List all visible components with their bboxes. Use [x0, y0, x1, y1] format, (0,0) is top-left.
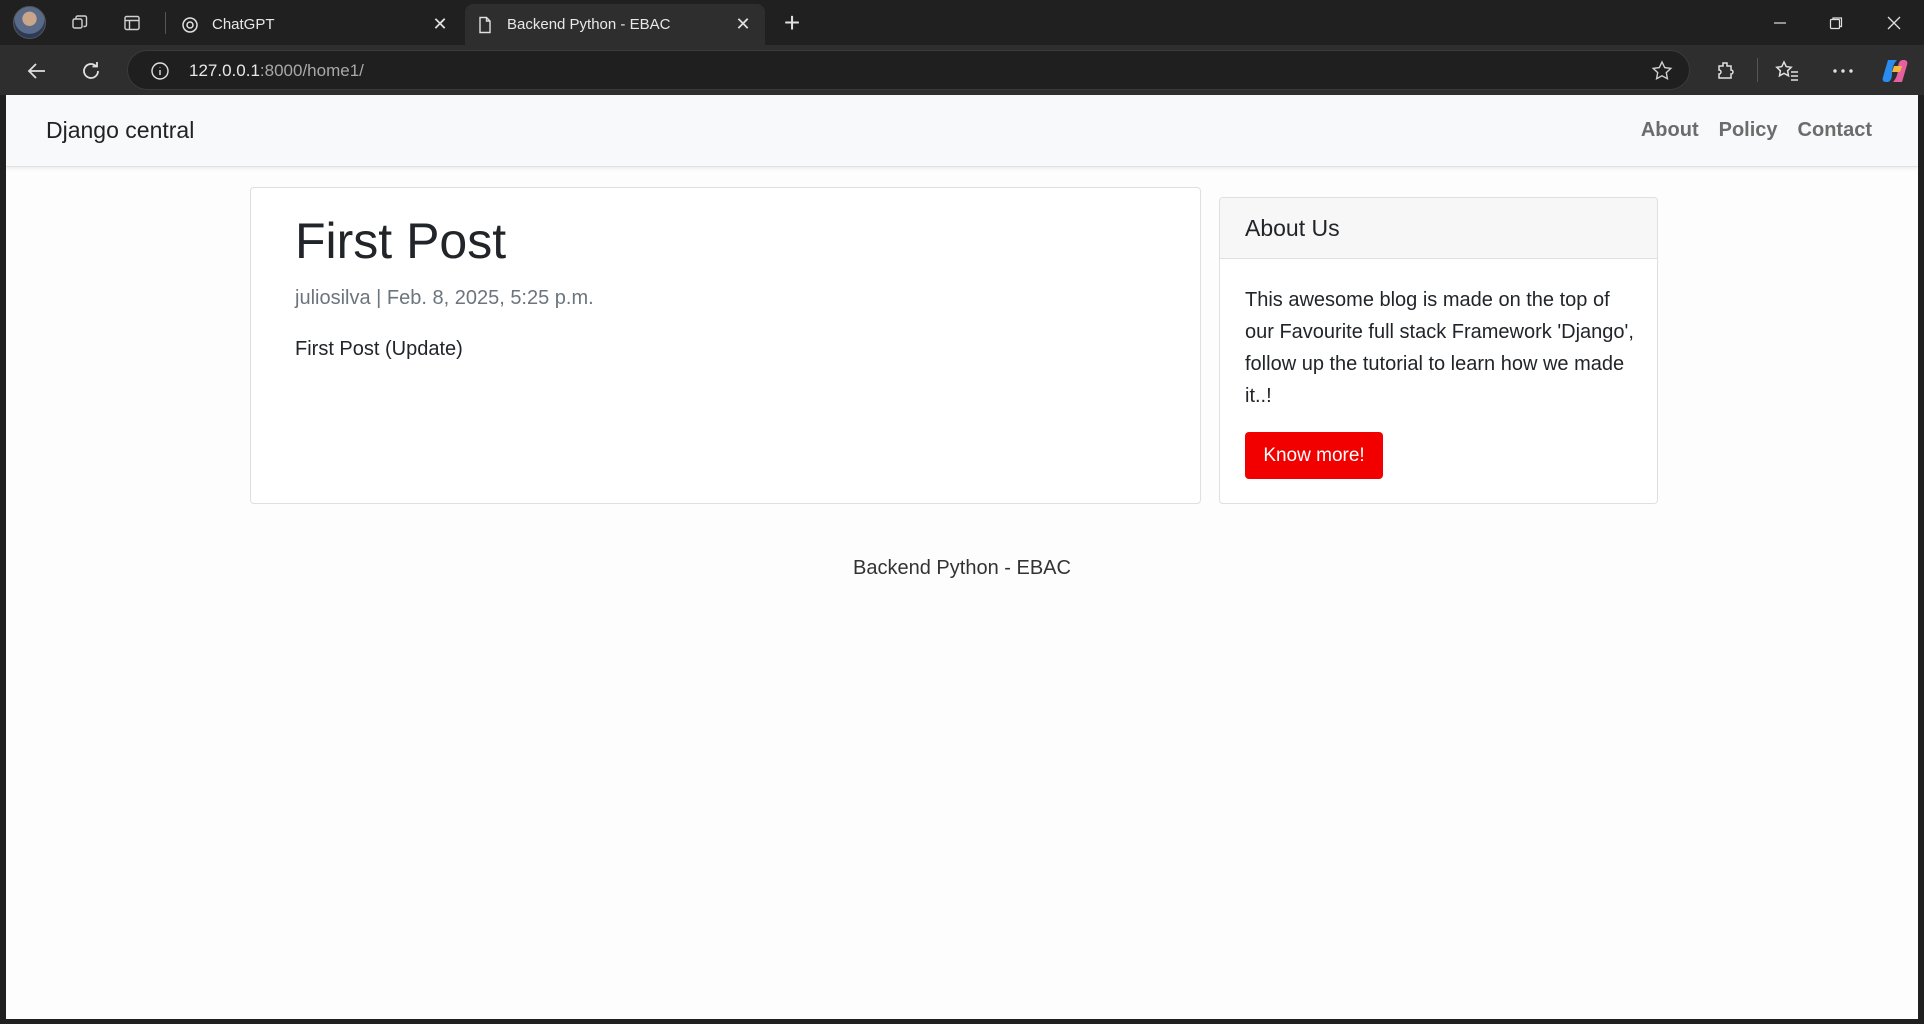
page-footer: Backend Python - EBAC — [853, 557, 1071, 579]
openai-icon — [180, 15, 200, 35]
site-info-icon[interactable] — [150, 61, 170, 81]
new-tab-icon[interactable]: + — [776, 8, 808, 40]
toolbar-separator — [1757, 58, 1758, 82]
minimize-icon[interactable] — [1752, 0, 1808, 45]
browser-titlebar: ChatGPT ✕ Backend Python - EBAC ✕ + — [0, 0, 1924, 45]
address-bar[interactable]: 127.0.0.1:8000/home1/ — [127, 50, 1690, 90]
browser-toolbar: 127.0.0.1:8000/home1/ — [0, 45, 1924, 95]
nav-link-policy[interactable]: Policy — [1719, 119, 1778, 142]
post-title: First Post — [295, 213, 507, 269]
nav-link-about[interactable]: About — [1641, 119, 1699, 142]
post-meta: juliosilva | Feb. 8, 2025, 5:25 p.m. — [295, 287, 594, 309]
extensions-icon[interactable] — [1709, 54, 1743, 88]
tab-chatgpt[interactable]: ChatGPT ✕ — [170, 4, 462, 45]
more-options-icon[interactable] — [1826, 54, 1860, 88]
restore-icon[interactable] — [1808, 0, 1864, 45]
post-card: First Post juliosilva | Feb. 8, 2025, 5:… — [250, 187, 1201, 504]
about-us-text: This awesome blog is made on the top of … — [1245, 289, 1634, 407]
close-tab-icon[interactable]: ✕ — [729, 11, 757, 39]
know-more-button[interactable]: Know more! — [1245, 432, 1383, 479]
about-us-header: About Us — [1220, 198, 1657, 259]
profile-avatar[interactable] — [13, 6, 46, 39]
tab-backend-python[interactable]: Backend Python - EBAC ✕ — [465, 4, 765, 45]
page-icon — [475, 15, 495, 35]
url-path: :8000/home1/ — [259, 61, 364, 80]
copilot-icon[interactable] — [1880, 56, 1910, 86]
tab-separator — [165, 12, 166, 34]
workspaces-icon[interactable] — [64, 7, 96, 39]
url-host: 127.0.0.1 — [189, 61, 260, 80]
post-body: First Post (Update) — [295, 338, 463, 360]
close-window-icon[interactable] — [1866, 0, 1922, 45]
tab-title: ChatGPT — [212, 16, 275, 33]
back-icon[interactable] — [20, 54, 54, 88]
favorite-star-icon[interactable] — [1651, 60, 1673, 82]
url-text: 127.0.0.1:8000/home1/ — [189, 61, 364, 81]
vertical-tabs-icon[interactable] — [116, 7, 148, 39]
site-nav-links: About Policy Contact — [1641, 119, 1872, 142]
close-tab-icon[interactable]: ✕ — [426, 11, 454, 39]
site-brand[interactable]: Django central — [46, 117, 194, 144]
site-navbar: Django central About Policy Contact — [6, 95, 1918, 167]
page-viewport: Django central About Policy Contact Firs… — [6, 95, 1918, 1019]
tab-title: Backend Python - EBAC — [507, 16, 671, 33]
nav-link-contact[interactable]: Contact — [1798, 119, 1872, 142]
about-us-card: About Us This awesome blog is made on th… — [1219, 197, 1658, 504]
favorites-icon[interactable] — [1770, 54, 1804, 88]
refresh-icon[interactable] — [74, 54, 108, 88]
